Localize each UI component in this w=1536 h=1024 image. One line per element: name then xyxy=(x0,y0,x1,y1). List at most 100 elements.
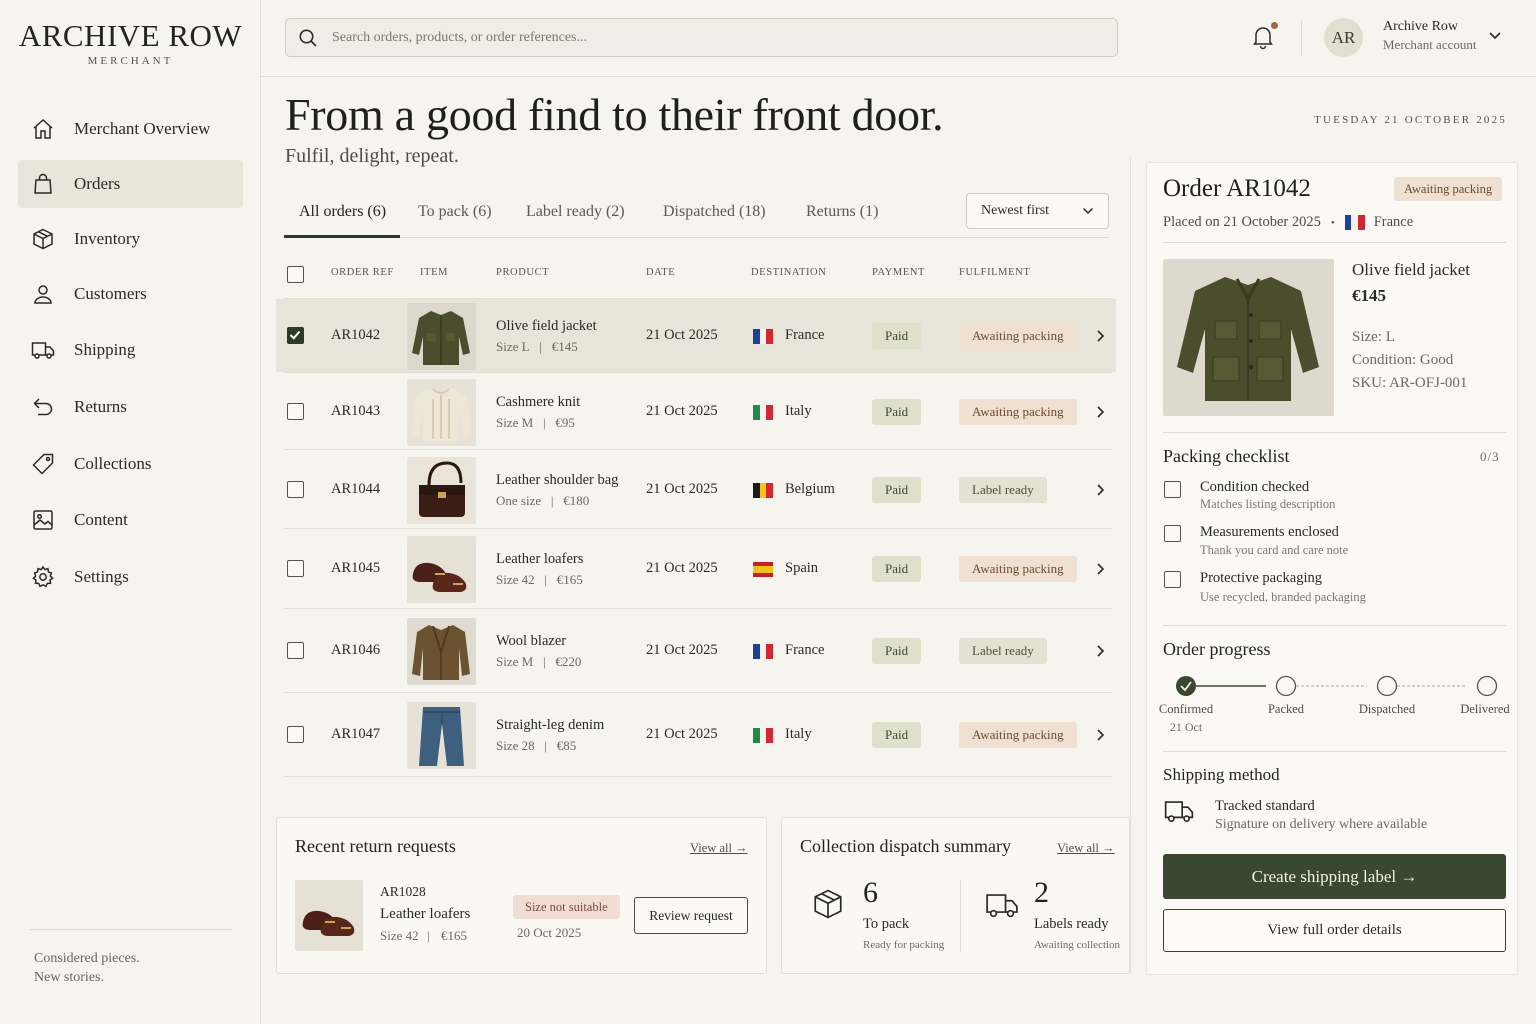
sidebar-item-settings[interactable]: Settings xyxy=(18,553,243,601)
sidebar-item-inventory[interactable]: Inventory xyxy=(18,215,243,263)
checklist-item-sub: Use recycled, branded packaging xyxy=(1200,590,1366,604)
stat-label: Labels ready xyxy=(1034,916,1109,932)
sidebar-item-label: Customers xyxy=(74,284,147,303)
order-ref[interactable]: AR1044 xyxy=(331,481,380,498)
destination-country: Belgium xyxy=(785,480,835,497)
tab-returns[interactable]: Returns (1) xyxy=(806,193,878,238)
sidebar-item-collections[interactable]: Collections xyxy=(18,440,243,488)
product-meta: Size 42 | €165 xyxy=(496,572,583,587)
order-ref[interactable]: AR1042 xyxy=(331,327,380,344)
chevron-right-icon[interactable] xyxy=(1096,562,1105,576)
product-name: Wool blazer xyxy=(496,633,567,649)
fulfilment-status-badge: Awaiting packing xyxy=(959,556,1077,582)
fulfilment-status-badge: Awaiting packing xyxy=(959,322,1077,349)
select-all-checkbox[interactable] xyxy=(287,266,304,283)
checklist-checkbox[interactable] xyxy=(1164,571,1181,588)
check-icon xyxy=(289,330,301,340)
destination-country: Italy xyxy=(785,402,812,419)
column-header: DATE xyxy=(646,267,676,278)
chevron-down-icon[interactable] xyxy=(1488,31,1502,40)
tab-dispatched[interactable]: Dispatched (18) xyxy=(663,193,766,238)
product-meta: Size M | €95 xyxy=(496,414,575,430)
avatar[interactable]: AR xyxy=(1324,18,1363,57)
view-all-dispatch-link[interactable]: View all → xyxy=(1057,841,1115,856)
chevron-right-icon[interactable] xyxy=(1096,329,1105,343)
fulfilment-status-badge: Label ready xyxy=(959,476,1047,503)
order-date: 21 Oct 2025 xyxy=(646,480,718,497)
shipping-method-name: Tracked standard xyxy=(1215,798,1315,814)
italy-flag-icon xyxy=(753,728,774,743)
chevron-right-icon[interactable] xyxy=(1096,405,1105,419)
account-name[interactable]: Archive Row xyxy=(1383,19,1458,35)
tab-all-orders[interactable]: All orders (6) xyxy=(299,193,386,238)
create-shipping-label-button[interactable]: Create shipping label → xyxy=(1163,854,1506,899)
row-checkbox[interactable] xyxy=(287,480,304,498)
sidebar-item-content[interactable]: Content xyxy=(18,496,243,544)
product-size: Size M xyxy=(496,654,534,669)
row-checkbox[interactable] xyxy=(287,402,304,420)
product-name: Olive field jacket xyxy=(496,317,597,334)
spain-flag-icon xyxy=(753,562,773,577)
belgium-flag-icon xyxy=(753,482,774,498)
product-name: Leather loafers xyxy=(496,551,584,567)
order-ref[interactable]: AR1047 xyxy=(331,726,380,743)
order-country: France xyxy=(1373,214,1414,230)
product-name: Leather shoulder bag xyxy=(496,471,619,488)
chevron-right-icon[interactable] xyxy=(1096,483,1105,497)
row-checkbox[interactable] xyxy=(287,726,304,743)
brand-logo[interactable]: ARCHIVE ROW xyxy=(0,18,261,54)
product-size: Size M xyxy=(496,414,534,430)
order-date: 21 Oct 2025 xyxy=(646,726,718,742)
product-price: €145 xyxy=(1352,286,1386,305)
sidebar-item-merchant-overview[interactable]: Merchant Overview xyxy=(18,105,243,153)
checklist-checkbox[interactable] xyxy=(1164,481,1181,498)
destination-country: Italy xyxy=(785,726,812,742)
checklist-title: Packing checklist xyxy=(1163,446,1290,466)
order-ref[interactable]: AR1045 xyxy=(331,560,380,577)
user-icon xyxy=(34,285,52,304)
payment-status-badge: Paid xyxy=(872,722,922,748)
tab-label-ready[interactable]: Label ready (2) xyxy=(526,193,625,238)
box-icon xyxy=(33,228,53,250)
chevron-right-icon[interactable] xyxy=(1096,644,1105,658)
row-checkbox[interactable] xyxy=(287,560,304,577)
chevron-right-icon[interactable] xyxy=(1096,728,1105,742)
sidebar-item-returns[interactable]: Returns xyxy=(18,383,243,431)
progress-title: Order progress xyxy=(1163,639,1271,659)
view-all-returns-link[interactable]: View all → xyxy=(690,841,748,856)
return-item-thumbnail xyxy=(295,880,363,951)
search-input[interactable] xyxy=(332,29,1092,46)
item-thumbnail xyxy=(407,302,476,370)
checklist-checkbox[interactable] xyxy=(1164,525,1181,542)
item-thumbnail xyxy=(407,536,476,603)
progress-step-done-icon xyxy=(1176,676,1196,696)
view-full-order-button[interactable]: View full order details xyxy=(1163,909,1506,952)
status-badge: Awaiting packing xyxy=(1394,177,1503,201)
page-subtitle: Fulfil, delight, repeat. xyxy=(285,145,459,167)
order-ref[interactable]: AR1046 xyxy=(331,642,380,659)
progress-step-pending-icon xyxy=(1476,675,1498,697)
product-price: €165 xyxy=(556,572,583,587)
order-date: 21 Oct 2025 xyxy=(646,326,718,343)
stat-divider xyxy=(960,880,961,952)
page-title: From a good find to their front door. xyxy=(285,89,944,140)
sort-dropdown[interactable]: Newest first xyxy=(966,193,1109,229)
review-request-button[interactable]: Review request xyxy=(634,897,748,934)
row-checkbox[interactable] xyxy=(287,642,304,659)
meta-separator: • xyxy=(1330,216,1335,229)
stat-number: 6 xyxy=(863,876,878,909)
meta-separator: | xyxy=(427,928,430,943)
row-checkbox[interactable] xyxy=(287,326,304,344)
sidebar-item-label: Returns xyxy=(74,397,127,416)
row-divider xyxy=(284,528,1112,529)
product-size: Size 28 xyxy=(496,738,535,753)
tab-to-pack[interactable]: To pack (6) xyxy=(418,193,492,238)
sidebar-item-shipping[interactable]: Shipping xyxy=(18,326,243,374)
progress-step-date: 21 Oct xyxy=(1169,720,1203,734)
sidebar-item-customers[interactable]: Customers xyxy=(18,270,243,318)
active-tab-indicator xyxy=(284,235,400,238)
row-divider xyxy=(284,608,1112,609)
order-ref[interactable]: AR1043 xyxy=(331,403,380,420)
product-meta: One size | €180 xyxy=(496,492,590,508)
sidebar-item-orders[interactable]: Orders xyxy=(18,160,243,208)
